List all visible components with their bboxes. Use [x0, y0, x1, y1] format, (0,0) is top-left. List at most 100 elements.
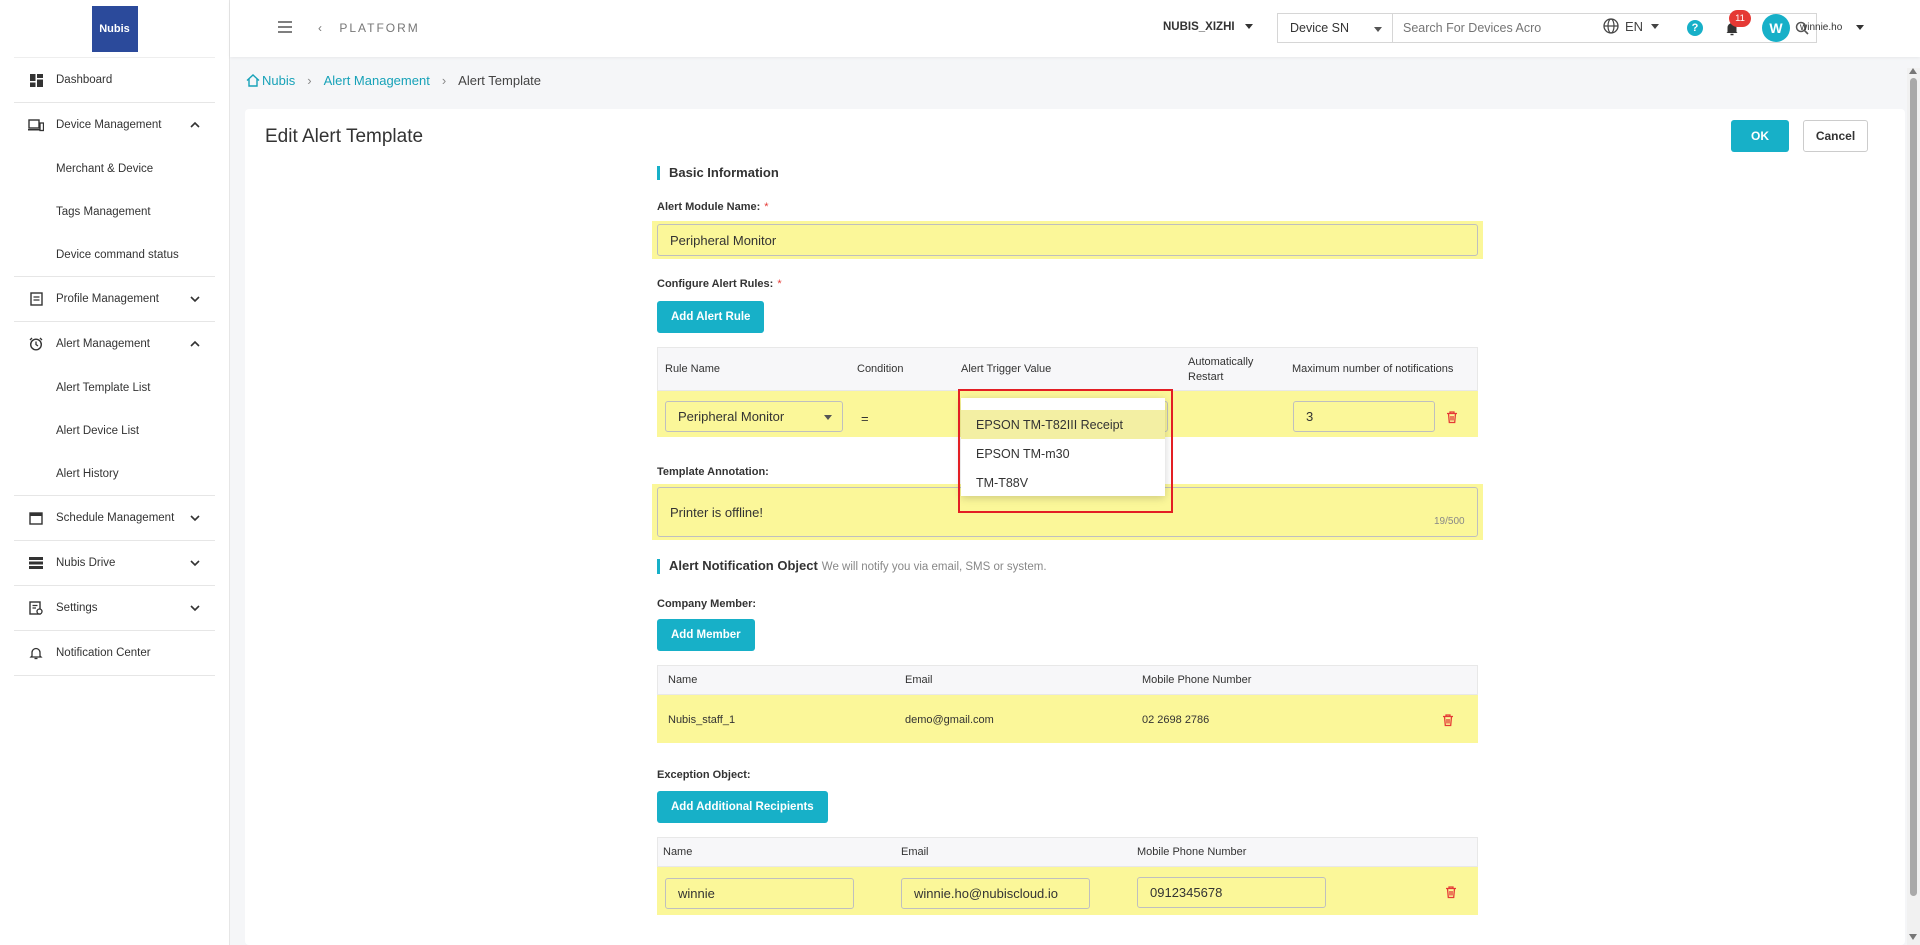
language-selector[interactable]: EN [1603, 18, 1660, 34]
delete-member-trash-icon[interactable] [1441, 713, 1455, 727]
module-name-label: Alert Module Name: * [657, 201, 769, 213]
sidebar: Nubis Dashboard Device Management Mercha… [0, 0, 230, 945]
col-recipient-phone: Mobile Phone Number [1137, 846, 1247, 858]
section-title-text: Alert Notification Object [669, 558, 818, 573]
sidebar-item-schedule-management[interactable]: Schedule Management [14, 496, 215, 540]
trigger-option[interactable]: EPSON TM-T82III Receipt [961, 410, 1165, 439]
scroll-up-arrow-icon[interactable] [1909, 68, 1917, 74]
trigger-option[interactable]: EPSON TM-m30 [961, 439, 1165, 468]
caret-down-icon [1856, 24, 1865, 30]
breadcrumb-home[interactable]: Nubis [262, 73, 295, 88]
required-marker: * [764, 201, 769, 213]
recipient-name-input[interactable]: winnie [665, 878, 854, 909]
search-type-select[interactable]: Device SN [1278, 14, 1393, 42]
module-name-label-text: Alert Module Name: [657, 201, 761, 213]
max-notifications-input[interactable]: 3 [1293, 401, 1435, 432]
nubis-logo[interactable]: Nubis [91, 5, 138, 52]
scroll-down-arrow-icon[interactable] [1909, 934, 1917, 940]
configure-rules-label-text: Configure Alert Rules: [657, 278, 774, 290]
dashboard-icon [28, 72, 44, 88]
sidebar-item-device-management[interactable]: Device Management [14, 103, 215, 147]
section-basic-information: Basic Information [657, 166, 779, 180]
sidebar-item-label: Profile Management [56, 293, 159, 305]
sidebar-item-merchant-device[interactable]: Merchant & Device [14, 147, 215, 190]
sidebar-item-label: Settings [56, 602, 98, 614]
col-condition: Condition [857, 363, 904, 375]
sidebar-item-profile-management[interactable]: Profile Management [14, 277, 215, 321]
recipients-table-header [657, 837, 1478, 867]
breadcrumb-current: Alert Template [458, 73, 542, 88]
nav-group-schedule: Schedule Management [14, 496, 215, 541]
module-name-value: Peripheral Monitor [670, 232, 777, 248]
sidebar-item-label: Device Management [56, 119, 162, 131]
company-member-label: Company Member: [657, 598, 757, 610]
exception-object-label: Exception Object: [657, 769, 751, 781]
chevron-right-icon: › [441, 73, 447, 88]
menu-icon[interactable] [277, 20, 293, 34]
max-notifications-value: 3 [1306, 409, 1314, 424]
col-auto-restart: Automatically Restart [1188, 356, 1254, 383]
nav-group-dashboard: Dashboard [14, 58, 215, 103]
sidebar-item-label: Nubis Drive [56, 557, 116, 569]
trigger-option[interactable]: TM-T88V [961, 468, 1165, 497]
back-chevron-icon[interactable]: ‹ [318, 21, 324, 35]
sidebar-item-tags-management[interactable]: Tags Management [14, 190, 215, 233]
section-hint: We will notify you via email, SMS or sys… [821, 561, 1047, 573]
avatar[interactable]: W [1762, 14, 1790, 42]
section-alert-notification-object: Alert Notification Object We will notify … [657, 559, 1047, 574]
module-name-input[interactable]: Peripheral Monitor [657, 224, 1478, 256]
col-member-name: Name [668, 674, 698, 686]
members-table-header [657, 665, 1478, 695]
profile-icon [28, 291, 44, 307]
sidebar-item-alert-template-list[interactable]: Alert Template List [14, 366, 215, 409]
nav-group-drive: Nubis Drive [14, 541, 215, 586]
nav-group-settings: Settings [14, 586, 215, 631]
recipient-phone-input[interactable]: 0912345678 [1137, 877, 1326, 908]
chevron-down-icon [190, 515, 200, 522]
col-max-notifications: Maximum number of notifications [1292, 363, 1454, 375]
org-selector[interactable]: NUBIS_XIZHI [1163, 21, 1253, 33]
ok-button[interactable]: OK [1731, 120, 1789, 152]
chevron-up-icon [190, 340, 200, 347]
add-additional-recipients-button[interactable]: Add Additional Recipients [657, 791, 828, 823]
chevron-up-icon [190, 121, 200, 128]
cancel-button[interactable]: Cancel [1803, 120, 1868, 152]
username: winnie.ho [1800, 22, 1843, 33]
scroll-thumb[interactable] [1910, 78, 1917, 896]
sidebar-item-dashboard[interactable]: Dashboard [14, 58, 215, 102]
sidebar-item-alert-history[interactable]: Alert History [14, 452, 215, 495]
platform-nav[interactable]: ‹ PLATFORM [318, 21, 420, 35]
sidebar-item-alert-device-list[interactable]: Alert Device List [14, 409, 215, 452]
sidebar-item-nubis-drive[interactable]: Nubis Drive [14, 541, 215, 585]
help-icon[interactable]: ? [1687, 20, 1703, 36]
col-member-email: Email [905, 674, 933, 686]
breadcrumb-alert-management[interactable]: Alert Management [324, 73, 430, 88]
sidebar-item-alert-management[interactable]: Alert Management [14, 322, 215, 366]
member-name: Nubis_staff_1 [668, 714, 736, 726]
caret-down-icon [1374, 27, 1382, 32]
rule-name-select[interactable]: Peripheral Monitor [665, 401, 843, 432]
sidebar-item-settings[interactable]: Settings [14, 586, 215, 630]
rule-name-value: Peripheral Monitor [678, 409, 785, 424]
sidebar-item-device-command-status[interactable]: Device command status [14, 233, 215, 276]
drive-icon [28, 555, 44, 571]
page-scrollbar[interactable] [1907, 68, 1920, 945]
home-icon[interactable] [246, 74, 260, 87]
delete-rule-trash-icon[interactable] [1445, 410, 1459, 424]
recipient-email-input[interactable]: winnie.ho@nubiscloud.io [901, 878, 1090, 909]
add-member-button[interactable]: Add Member [657, 619, 755, 651]
sidebar-item-notification-center[interactable]: Notification Center [14, 631, 215, 675]
bell-icon [28, 645, 44, 661]
notification-count-badge: 11 [1729, 10, 1751, 27]
delete-recipient-trash-icon[interactable] [1444, 885, 1458, 899]
member-email: demo@gmail.com [905, 714, 994, 726]
user-menu[interactable]: winnie.ho [1800, 22, 1865, 33]
chevron-right-icon: › [307, 73, 312, 88]
recipient-name-value: winnie [678, 886, 715, 901]
member-phone: 02 2698 2786 [1142, 714, 1210, 726]
nav-group-notification: Notification Center [14, 631, 215, 676]
annotation-char-counter: 19/500 [1434, 516, 1465, 527]
globe-icon [1603, 18, 1619, 34]
add-alert-rule-button[interactable]: Add Alert Rule [657, 301, 765, 333]
calendar-icon [28, 510, 44, 526]
